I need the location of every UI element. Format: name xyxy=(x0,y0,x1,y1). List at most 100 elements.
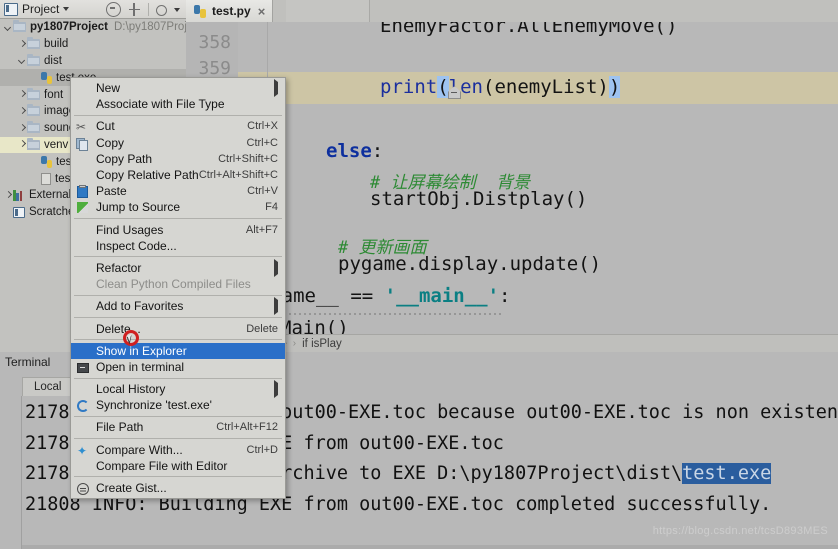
chevron-right-icon xyxy=(274,300,278,312)
menu-item-jump-to-source[interactable]: Jump to SourceF4 xyxy=(71,199,285,215)
menu-item-label: Synchronize 'test.exe' xyxy=(96,398,212,412)
menu-item-compare-with[interactable]: ✦Compare With...Ctrl+D xyxy=(71,442,285,458)
menu-item-label: Associate with File Type xyxy=(96,97,225,111)
code-fold-handle[interactable] xyxy=(448,86,459,99)
menu-item-open-in-terminal[interactable]: Open in terminal xyxy=(71,359,285,375)
menu-separator xyxy=(74,115,282,116)
menu-item-add-to-favorites[interactable]: Add to Favorites xyxy=(71,298,285,314)
menu-item-label: Copy Path xyxy=(96,152,152,166)
menu-item-shortcut: Ctrl+V xyxy=(247,185,278,197)
chevron-right-icon[interactable] xyxy=(17,90,26,99)
menu-separator xyxy=(74,416,282,417)
menu-item-label: Cut xyxy=(96,119,115,133)
menu-item-paste[interactable]: Paste Ctrl+V xyxy=(71,183,285,199)
menu-item-label: Clean Python Compiled Files xyxy=(96,277,251,291)
tree-item-label: build xyxy=(44,38,68,50)
paste-icon xyxy=(76,185,90,198)
menu-item-label: File Path xyxy=(96,420,143,434)
chevron-right-icon[interactable] xyxy=(17,40,26,49)
menu-item-shortcut: Alt+F7 xyxy=(246,224,278,236)
chevron-right-icon[interactable] xyxy=(17,140,26,149)
code-line-else: else: xyxy=(326,135,383,167)
tree-item-path: D:\py1807Project xyxy=(114,21,186,33)
menu-item-shortcut: Ctrl+D xyxy=(247,444,278,456)
menu-item-label: Compare With... xyxy=(96,443,183,457)
tree-spacer xyxy=(31,73,40,82)
menu-item-label: Jump to Source xyxy=(96,200,180,214)
menu-separator xyxy=(74,339,282,340)
chevron-right-icon xyxy=(274,82,278,94)
terminal-title: Terminal xyxy=(5,355,50,369)
tab-test-py[interactable]: test.py × xyxy=(186,0,273,22)
file-icon xyxy=(41,173,51,185)
expand-all-icon[interactable] xyxy=(128,3,141,16)
chevron-down-icon[interactable] xyxy=(17,56,26,65)
menu-item-copy[interactable]: Copy Ctrl+C xyxy=(71,135,285,151)
menu-item-create-gist[interactable]: Create Gist... xyxy=(71,480,285,496)
menu-item-label: Inspect Code... xyxy=(96,239,177,253)
menu-item-inspect-code[interactable]: Inspect Code... xyxy=(71,238,285,254)
menu-item-delete[interactable]: Delete...Delete xyxy=(71,320,285,336)
menu-separator xyxy=(74,438,282,439)
menu-item-shortcut: Ctrl+X xyxy=(247,120,278,132)
menu-item-associate-with-file-type[interactable]: Associate with File Type xyxy=(71,96,285,112)
menu-item-shortcut: Ctrl+Alt+Shift+C xyxy=(199,169,278,181)
chevron-down-icon[interactable] xyxy=(63,7,69,11)
menu-item-synchronize-test-exe[interactable]: Synchronize 'test.exe' xyxy=(71,397,285,413)
scissors-icon: ✂ xyxy=(76,120,90,133)
chevron-down-icon[interactable] xyxy=(3,23,12,32)
project-label: Project xyxy=(22,2,59,16)
menu-item-local-history[interactable]: Local History xyxy=(71,381,285,397)
collapse-all-icon[interactable] xyxy=(106,2,121,17)
python-file-icon xyxy=(41,156,53,168)
token-print: print xyxy=(380,76,437,98)
code-line-pygame-update: pygame.display.update() xyxy=(338,248,601,280)
menu-item-file-path[interactable]: File PathCtrl+Alt+F12 xyxy=(71,419,285,435)
menu-item-cut[interactable]: ✂ Cut Ctrl+X xyxy=(71,118,285,134)
folder-icon xyxy=(13,22,26,32)
menu-item-compare-file-with-editor[interactable]: Compare File with Editor xyxy=(71,458,285,474)
menu-item-label: Copy xyxy=(96,136,124,150)
folder-icon xyxy=(27,90,40,100)
menu-item-label: Paste xyxy=(96,184,127,198)
menu-item-new[interactable]: New xyxy=(71,80,285,96)
menu-item-label: Open in terminal xyxy=(96,360,184,374)
file-context-menu[interactable]: NewAssociate with File Type ✂ Cut Ctrl+X Cop… xyxy=(70,77,286,499)
terminal-scrollbar[interactable] xyxy=(22,545,838,549)
jump-to-source-icon xyxy=(76,201,90,214)
tree-item-py1807project[interactable]: py1807ProjectD:\py1807Project xyxy=(0,19,186,36)
code-line-enemy-move: EnemyFactor.AllEnemyMove() xyxy=(380,22,677,42)
gear-chevron-icon[interactable] xyxy=(174,8,180,12)
gist-icon xyxy=(76,482,90,495)
breadcrumb-item-2[interactable]: if isPlay xyxy=(302,338,342,350)
tree-item-label: venv xyxy=(44,139,68,151)
chevron-right-icon xyxy=(274,262,278,274)
menu-item-shortcut: Ctrl+C xyxy=(247,137,278,149)
code-content[interactable]: EnemyFactor.AllEnemyMove() print(len(ene… xyxy=(238,22,838,334)
token-close-paren: ) xyxy=(609,76,620,98)
menu-item-refactor[interactable]: Refactor xyxy=(71,260,285,276)
toolbar-divider xyxy=(148,3,149,16)
menu-item-shortcut: Delete xyxy=(246,323,278,335)
chevron-right-icon[interactable] xyxy=(17,124,26,133)
library-icon xyxy=(13,190,25,201)
menu-item-shortcut: Ctrl+Shift+C xyxy=(218,153,278,165)
close-icon[interactable]: × xyxy=(258,5,266,18)
gear-icon[interactable] xyxy=(156,5,167,16)
menu-item-show-in-explorer[interactable]: Show in Explorer xyxy=(71,343,285,359)
menu-item-copy-path[interactable]: Copy Path Ctrl+Shift+C xyxy=(71,151,285,167)
project-view-selector[interactable]: Project xyxy=(4,2,69,16)
watermark: https://blog.csdn.net/tcsD893MES xyxy=(653,525,828,537)
tree-item-build[interactable]: build xyxy=(0,36,186,53)
tree-item-dist[interactable]: dist xyxy=(0,53,186,70)
code-line-print: print(len(enemyList)) xyxy=(380,71,620,103)
menu-separator xyxy=(74,218,282,219)
chevron-right-icon[interactable] xyxy=(17,107,26,116)
token-else: else xyxy=(326,140,372,162)
terminal-tab-local[interactable]: Local xyxy=(22,377,74,396)
tree-spacer xyxy=(31,174,40,183)
terminal-selected-text: test.exe xyxy=(682,463,771,484)
menu-item-copy-relative-path[interactable]: Copy Relative PathCtrl+Alt+Shift+C xyxy=(71,167,285,183)
menu-item-find-usages[interactable]: Find UsagesAlt+F7 xyxy=(71,222,285,238)
chevron-right-icon[interactable] xyxy=(3,191,12,200)
